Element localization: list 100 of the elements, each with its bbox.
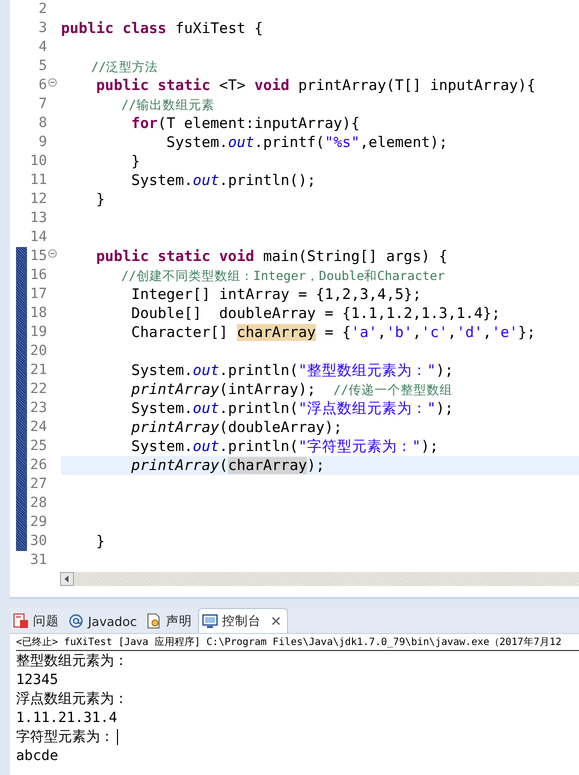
line-number: 22 [29,380,47,399]
code-text: ( [219,457,228,474]
code-text: System. [130,362,193,379]
string-literal: 'd' [456,324,483,341]
line-number: 5 [38,57,47,76]
code-text: , [412,324,422,341]
scroll-left-icon[interactable] [60,572,74,586]
string-literal: 'c' [421,324,448,341]
string-literal: "整型数组元素为：" [298,362,436,379]
line-number: 21 [29,361,47,380]
line-number: 14 [29,228,47,247]
code-comment: //创建不同类型数组：Integer，Double和Character [120,268,445,283]
code-text: Character[] [130,324,229,341]
console-output: abcde [16,748,58,764]
code-text: main(String[] args) { [262,248,448,265]
keyword: public static [95,77,210,94]
string-literal: 'b' [386,324,412,341]
field-name: out [192,172,220,189]
fold-icon[interactable] [48,78,57,87]
panel-tab[interactable]: 控制台 [198,608,288,633]
method-call: printArray [130,419,220,436]
console-output: 整型数组元素为： [16,652,128,670]
line-number: 31 [29,551,47,566]
code-text: } [95,191,105,208]
console-output: 1.11.21.31.4 [16,710,118,726]
keyword: void [254,77,290,94]
panel-tab[interactable]: Javadoc [65,609,143,633]
code-text: ); [436,362,454,379]
field-name: out [192,400,220,417]
line-number: 18 [29,304,47,323]
code-text: ); [307,457,325,474]
code-text: , [448,324,456,341]
line-number: 30 [29,532,47,551]
code-text: printArray(T[] inputArray){ [297,77,536,94]
code-text: (doubleArray); [219,419,342,436]
code-text: .println( [219,362,298,379]
line-number: 4 [38,38,47,57]
method-call: printArray [130,381,220,398]
monitor-icon [202,613,218,629]
code-comment: //传递一个整型数组 [333,382,452,397]
code-text: , [377,324,386,341]
line-number: 9 [38,133,47,152]
line-number: 17 [29,285,47,304]
code-text: System. [165,134,228,151]
highlighted-variable: charArray [236,324,316,341]
line-number: 13 [29,209,47,228]
console-header: <已终止> fuXiTest [Java 应用程序] C:\Program Files\Java\jdk1.7.0_79\bin\javaw.exe（2017年7月12 [16,636,579,651]
code-text: }; [518,324,536,341]
line-number: 8 [38,114,47,133]
line-number: 2 [38,0,47,19]
close-icon[interactable] [270,616,281,626]
panel-tab[interactable]: 声明 [142,609,198,633]
string-literal: 'a' [350,324,378,341]
code-text: .println( [219,438,298,455]
code-text: .println(); [219,172,316,189]
line-number: 27 [29,475,47,494]
field-name: out [228,134,254,151]
string-literal: 'e' [492,324,518,341]
line-number: 24 [29,418,47,437]
line-number: 29 [29,513,47,532]
line-number: 19 [29,323,47,342]
code-text: } [95,533,105,550]
keyword: public class [61,20,166,37]
console-output: 字符型元素为： [16,728,114,746]
code-text: (T element:inputArray){ [158,115,360,132]
line-number: 26 [29,456,47,475]
document-icon [146,613,162,629]
code-text: Double[] doubleArray = {1.1,1.2,1.3,1.4}; [130,305,500,322]
problems-icon [13,613,29,629]
code-text: System. [130,172,193,189]
line-number: 3 [38,19,47,38]
code-text: } [130,153,140,170]
string-literal: "浮点数组元素为：" [298,400,436,417]
code-text: ); [436,400,454,417]
line-number: 23 [29,399,47,418]
string-literal: "字符型元素为：" [298,438,421,455]
line-number: 20 [29,342,47,361]
code-text: = { [324,324,351,341]
field-name: out [192,362,220,379]
line-number: 7 [38,95,47,114]
code-text: Integer[] intArray = {1,2,3,4,5}; [130,286,422,303]
keyword: public static void [95,248,254,265]
code-comment: //泛型方法 [90,59,158,74]
line-number: 16 [29,266,47,285]
horizontal-scrollbar[interactable] [60,572,579,586]
code-comment: //输出数组元素 [120,97,214,112]
line-number: 11 [29,171,47,190]
line-number: 25 [29,437,47,456]
code-text: ); [420,438,438,455]
line-number: 15 [29,247,47,266]
code-text: System. [130,400,193,417]
at-sign-icon [68,613,84,629]
panel-tab[interactable]: 问题 [10,609,65,633]
line-number: 6 [38,76,47,95]
line-number: 28 [29,494,47,513]
fold-icon[interactable] [48,249,57,258]
selected-variable: charArray [228,457,308,474]
code-text: .printf( [254,134,325,151]
keyword: for [130,115,158,132]
code-text: System. [130,438,193,455]
